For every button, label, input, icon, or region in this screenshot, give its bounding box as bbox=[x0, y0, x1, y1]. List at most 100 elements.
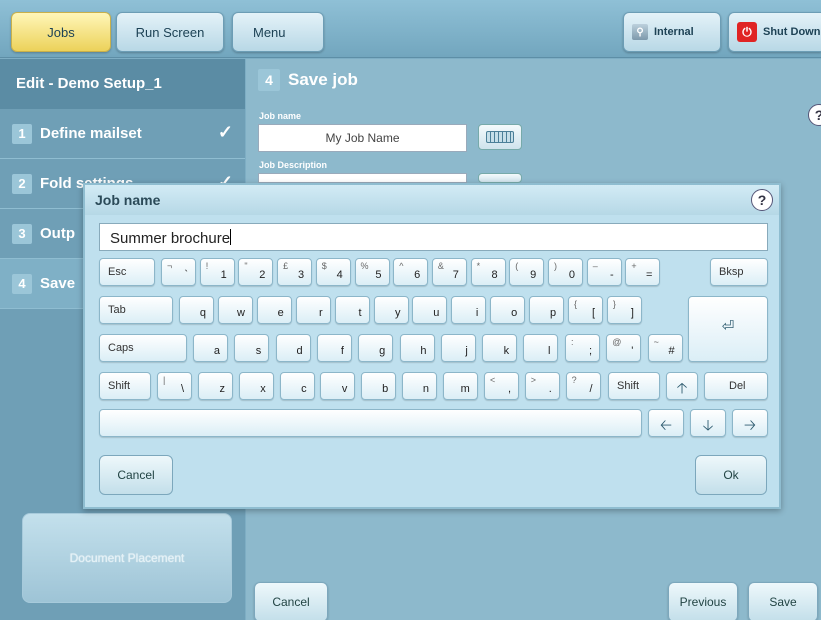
key-k[interactable]: k bbox=[482, 334, 518, 362]
key-shift-label: * bbox=[476, 261, 481, 271]
key-label: 8 bbox=[491, 269, 498, 281]
help-icon[interactable]: ? bbox=[751, 189, 773, 211]
key-m[interactable]: m bbox=[442, 372, 478, 400]
key-u[interactable]: u bbox=[412, 296, 448, 324]
arrow-left-key[interactable]: 🡠 bbox=[648, 409, 684, 437]
key-label: # bbox=[668, 345, 675, 357]
key[interactable]: ) 0 bbox=[548, 258, 583, 286]
jobs-tab[interactable]: Jobs bbox=[11, 12, 111, 52]
key[interactable]: ? / bbox=[565, 372, 601, 400]
key-label: w bbox=[236, 307, 245, 319]
key-c[interactable]: c bbox=[279, 372, 315, 400]
internal-label: Internal bbox=[654, 26, 694, 38]
shut-down-button[interactable]: ⏻ Shut Down bbox=[728, 12, 821, 52]
key-t[interactable]: t bbox=[334, 296, 370, 324]
key[interactable]: }] bbox=[606, 296, 642, 324]
key[interactable]: @ ' bbox=[606, 334, 642, 362]
key[interactable]: $4 bbox=[315, 258, 351, 286]
arrow-down-key[interactable]: 🡣 bbox=[690, 409, 726, 437]
job-name-input[interactable]: Summer brochure bbox=[99, 223, 768, 251]
key-x[interactable]: x bbox=[238, 372, 274, 400]
keyboard-icon[interactable] bbox=[478, 124, 522, 150]
key-delete[interactable]: Del bbox=[704, 372, 768, 400]
key[interactable]: – - bbox=[586, 258, 622, 286]
key-shift-right[interactable]: Shift bbox=[608, 372, 660, 400]
step-label: Define mailset bbox=[40, 125, 142, 142]
document-placement-button[interactable]: Document Placement bbox=[22, 513, 232, 603]
space-bar[interactable] bbox=[99, 409, 642, 437]
job-name-label: Job name bbox=[259, 111, 302, 121]
key-f[interactable]: f bbox=[316, 334, 352, 362]
key-i[interactable]: i bbox=[451, 296, 487, 324]
arrow-down-icon: 🡣 bbox=[702, 417, 714, 434]
step-define-mailset[interactable]: 1 Define mailset ✓ bbox=[0, 109, 245, 159]
run-screen-tab[interactable]: Run Screen bbox=[116, 12, 224, 52]
key[interactable]: ~ # bbox=[647, 334, 683, 362]
key-z[interactable]: z bbox=[198, 372, 233, 400]
key[interactable]: + = bbox=[625, 258, 661, 286]
key-caps[interactable]: Caps bbox=[99, 334, 187, 362]
key[interactable]: <, bbox=[484, 372, 519, 400]
key-label: [ bbox=[591, 307, 595, 319]
save-button[interactable]: Save bbox=[748, 582, 818, 620]
key-y[interactable]: y bbox=[373, 296, 409, 324]
key-d[interactable]: d bbox=[275, 334, 311, 362]
key-label: f bbox=[340, 345, 344, 357]
key-s[interactable]: s bbox=[234, 334, 270, 362]
key-tab[interactable]: Tab bbox=[99, 296, 173, 324]
power-icon: ⏻ bbox=[737, 22, 757, 42]
key-label: \ bbox=[180, 383, 184, 395]
key[interactable]: ! 1 bbox=[199, 258, 235, 286]
internal-button[interactable]: ⚲ Internal bbox=[623, 12, 721, 52]
key[interactable]: £3 bbox=[277, 258, 313, 286]
previous-button[interactable]: Previous bbox=[668, 582, 738, 620]
key-b[interactable]: b bbox=[361, 372, 397, 400]
key-label: - bbox=[610, 269, 614, 281]
key[interactable]: % 5 bbox=[354, 258, 390, 286]
menu-button[interactable]: Menu bbox=[232, 12, 324, 52]
key[interactable]: ^ 6 bbox=[393, 258, 429, 286]
key-label: j bbox=[465, 345, 468, 357]
key[interactable]: ¬ ` bbox=[161, 258, 196, 286]
text-caret bbox=[230, 229, 232, 245]
key[interactable]: & 7 bbox=[431, 258, 467, 286]
key-shift-left[interactable]: Shift bbox=[99, 372, 151, 400]
arrow-up-key[interactable]: 🡡 bbox=[666, 372, 698, 400]
key-w[interactable]: w bbox=[217, 296, 253, 324]
key-backspace[interactable]: Bksp bbox=[710, 258, 768, 286]
key-v[interactable]: v bbox=[320, 372, 356, 400]
arrow-up-icon: 🡡 bbox=[676, 380, 688, 397]
dialog-ok-button[interactable]: Ok bbox=[695, 455, 767, 495]
key[interactable]: | \ bbox=[157, 372, 192, 400]
key-a[interactable]: a bbox=[193, 334, 228, 362]
cancel-button[interactable]: Cancel bbox=[254, 582, 328, 620]
key-p[interactable]: p bbox=[529, 296, 565, 324]
job-description-label: Job Description bbox=[259, 160, 328, 170]
keyboard-icon[interactable] bbox=[478, 173, 522, 183]
key[interactable]: (9 bbox=[509, 258, 545, 286]
key-e[interactable]: e bbox=[256, 296, 292, 324]
key-l[interactable]: l bbox=[523, 334, 559, 362]
key-label: / bbox=[589, 383, 593, 395]
key-h[interactable]: h bbox=[399, 334, 435, 362]
key-g[interactable]: g bbox=[358, 334, 394, 362]
key-o[interactable]: o bbox=[490, 296, 526, 324]
key[interactable]: " 2 bbox=[238, 258, 274, 286]
key-r[interactable]: r bbox=[295, 296, 331, 324]
key-q[interactable]: q bbox=[179, 296, 214, 324]
job-name-field[interactable]: My Job Name bbox=[258, 124, 467, 152]
key-esc[interactable]: Esc bbox=[99, 258, 155, 286]
key-j[interactable]: j bbox=[440, 334, 476, 362]
job-description-field[interactable] bbox=[258, 173, 467, 183]
key-label: n bbox=[422, 383, 429, 395]
key[interactable]: >. bbox=[524, 372, 560, 400]
key[interactable]: {[ bbox=[568, 296, 603, 324]
key-n[interactable]: n bbox=[402, 372, 437, 400]
enter-key[interactable]: ⏎ bbox=[688, 296, 768, 362]
page-title: 4 Save job bbox=[258, 69, 358, 91]
dialog-cancel-button[interactable]: Cancel bbox=[99, 455, 173, 495]
key[interactable]: :; bbox=[565, 334, 600, 362]
key[interactable]: * 8 bbox=[470, 258, 506, 286]
arrow-right-key[interactable]: 🡢 bbox=[732, 409, 768, 437]
key-shift-label: £ bbox=[283, 261, 289, 271]
